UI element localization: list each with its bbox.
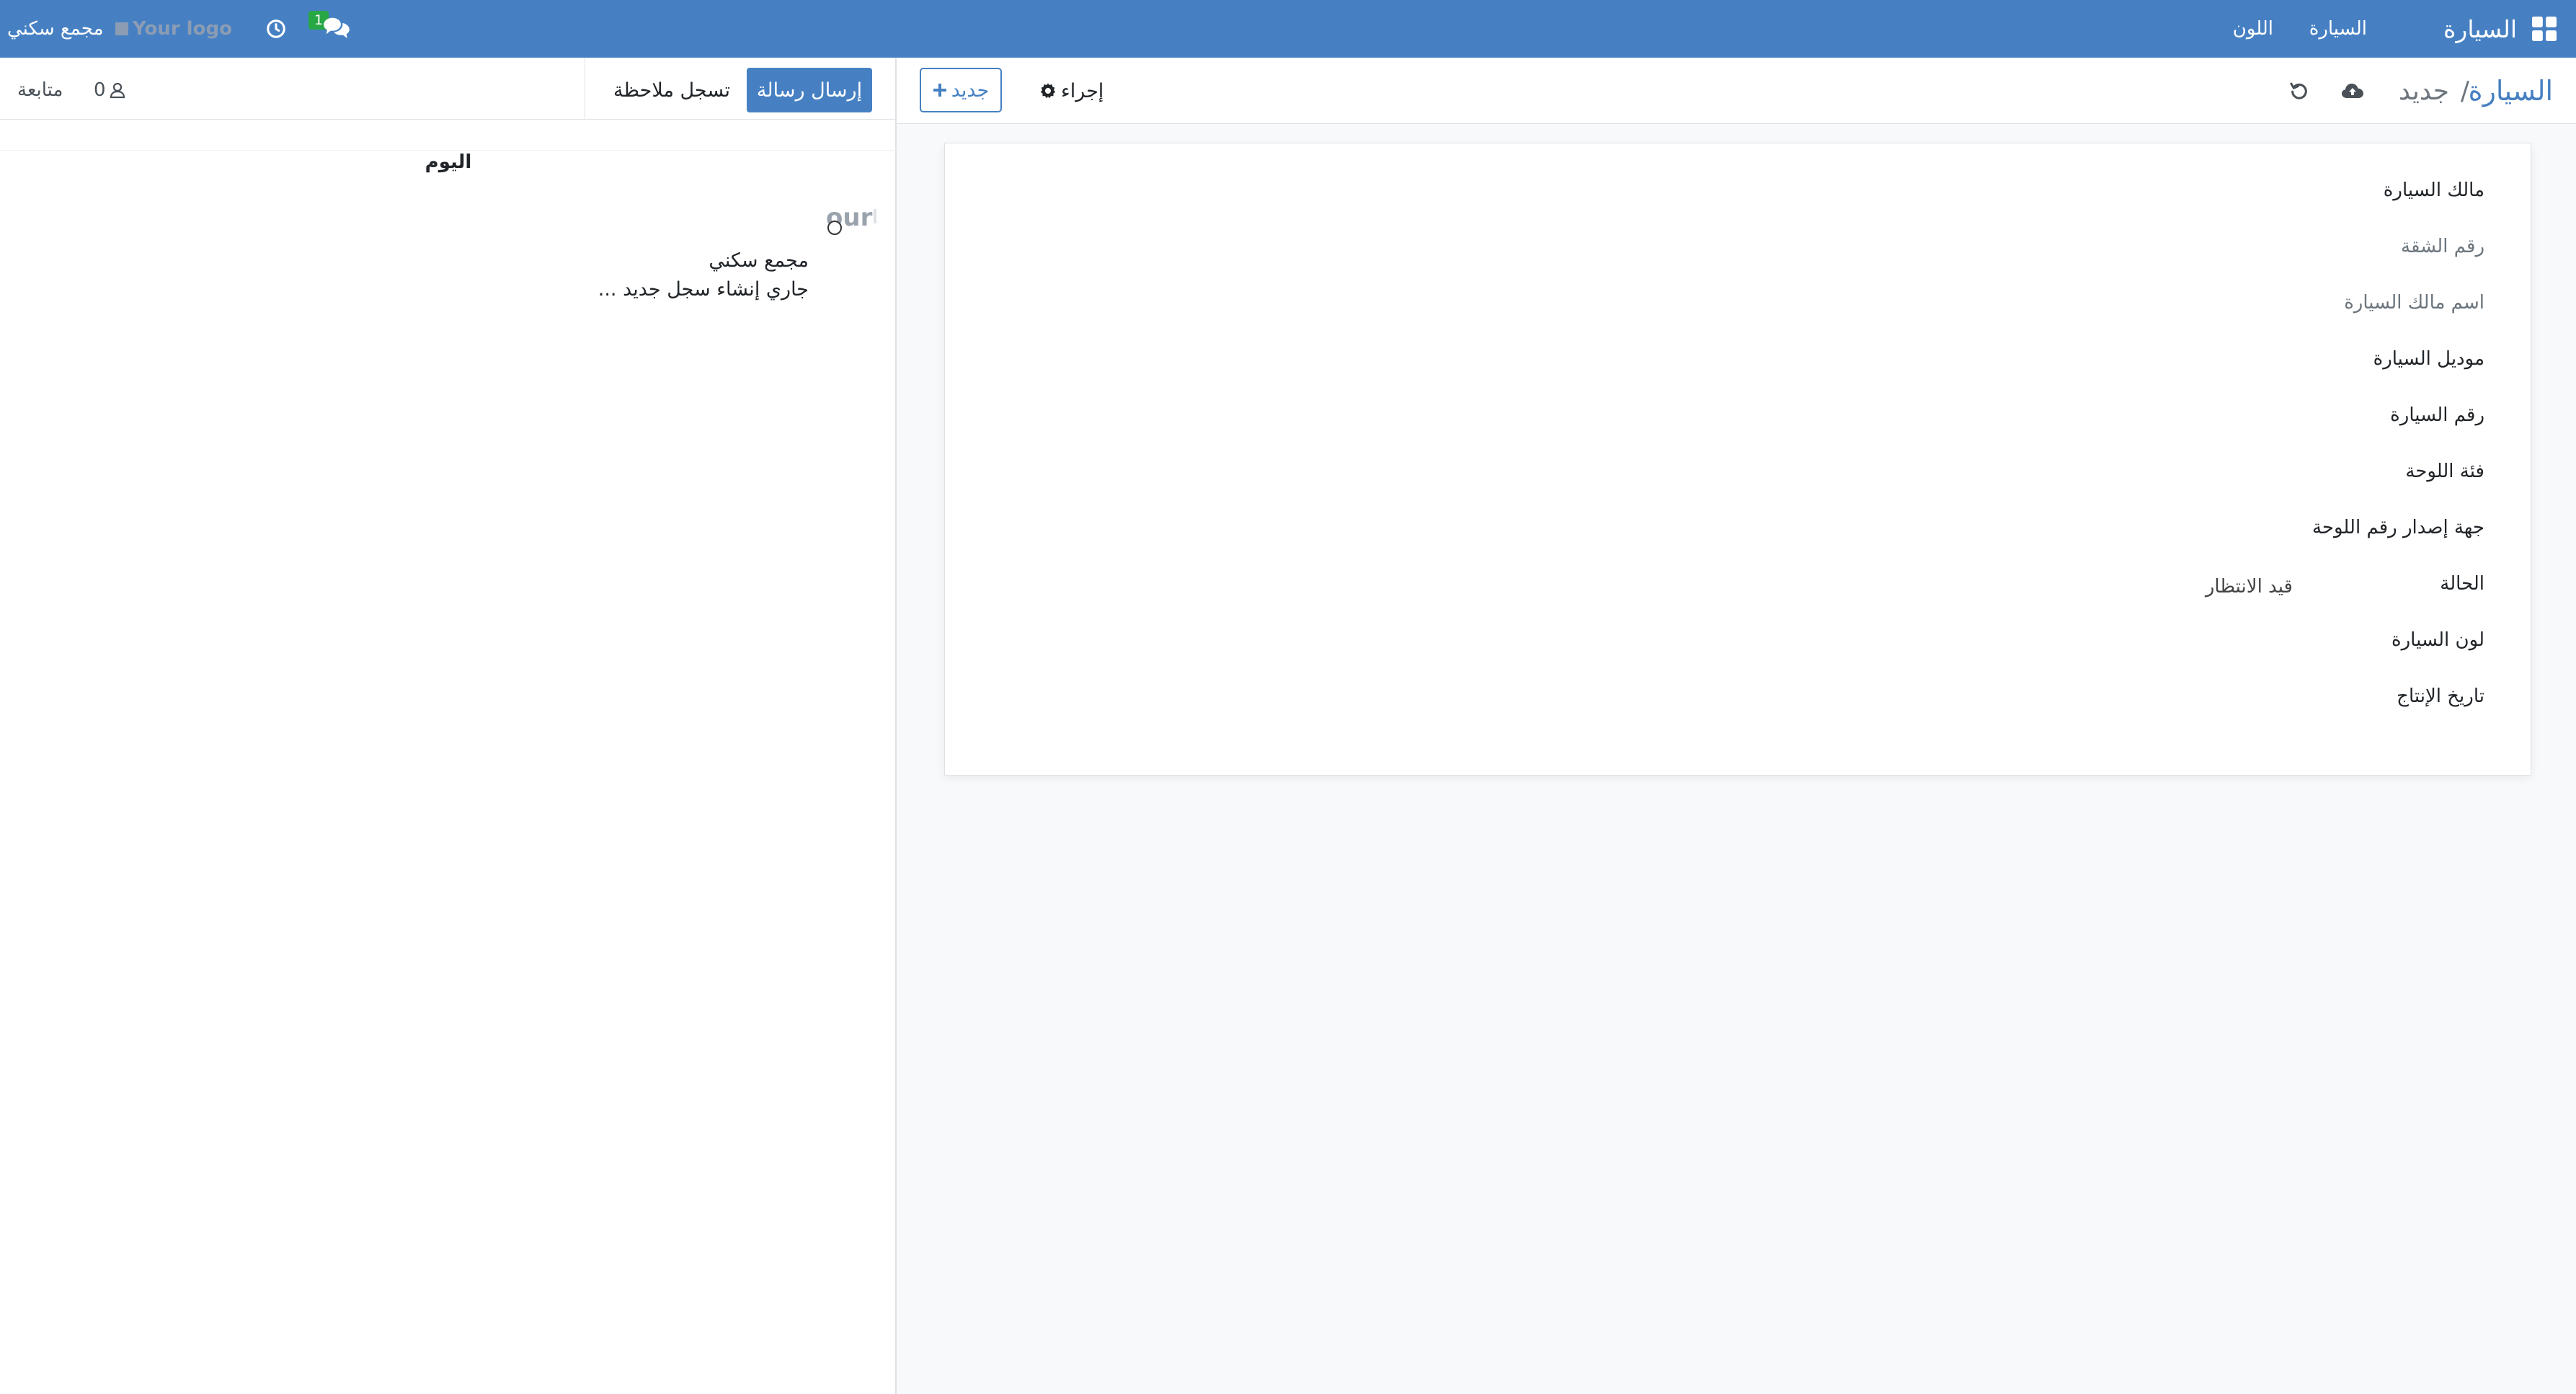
field-car-color[interactable]: لون السيارة [2391,629,2484,651]
user-menu[interactable]: مجمع سكني [7,0,104,58]
user-icon [110,82,125,99]
form-view: مالك السيارة رقم الشقة اسم مالك السيارة … [897,124,2576,1394]
logo-text: Your logo [133,18,232,40]
follow-button[interactable]: متابعة [17,68,63,112]
field-apartment-number[interactable]: رقم الشقة [2401,236,2484,257]
new-record-button[interactable]: جديد [920,68,1002,112]
day-separator-label: اليوم [425,151,472,173]
logo-mark-icon [115,22,128,35]
breadcrumb-current: جديد [2398,76,2449,106]
breadcrumb-separator: / [2460,76,2469,106]
action-menu-button[interactable]: إجراء [1039,58,1103,124]
messages-button[interactable]: 1 [308,0,353,58]
form-control-panel: السيارة / جديد إجراء جديد [897,58,2576,124]
apps-grid-icon[interactable] [2530,0,2559,58]
gear-icon [1040,83,1056,99]
send-message-button[interactable]: إرسال رسالة [747,68,872,112]
top-navbar: السيارة السيارة اللون مجمع سكني Your log… [0,0,2576,58]
chatter-topbar: إرسال رسالة تسجل ملاحظة 0 متابعة [0,58,897,120]
followers-count: 0 [94,79,106,101]
status-value[interactable]: قيد الانتظار [2206,576,2293,598]
log-note-button[interactable]: تسجل ملاحظة [607,68,737,112]
clock-icon[interactable] [264,0,288,58]
menu-item-car[interactable]: السيارة [2309,0,2367,58]
field-car-owner[interactable]: مالك السيارة [2384,179,2484,201]
status-circle-icon [827,221,842,235]
message-author: مجمع سكني [709,249,809,272]
form-sheet: مالك السيارة رقم الشقة اسم مالك السيارة … [944,143,2531,776]
field-car-number[interactable]: رقم السيارة [2390,404,2484,426]
field-plate-category[interactable]: فئة اللوحة [2405,461,2484,482]
company-logo: Your logo [115,0,232,58]
action-label: إجراء [1061,79,1104,102]
undo-icon[interactable] [2286,58,2312,124]
app-title[interactable]: السيارة [2443,0,2517,58]
message-body: جاري إنشاء سجل جديد ... [598,278,809,301]
field-production-date[interactable]: تاريخ الإنتاج [2397,685,2484,707]
chat-icon [324,17,350,39]
field-plate-issuer[interactable]: جهة إصدار رقم اللوحة [2312,517,2484,538]
cloud-upload-icon[interactable] [2340,58,2366,124]
day-separator-line [0,150,897,151]
followers-button[interactable]: 0 [94,68,126,112]
field-status: الحالة [2440,573,2484,595]
field-car-model[interactable]: موديل السيارة [2373,348,2484,370]
chatter-panel: إرسال رسالة تسجل ملاحظة 0 متابعة اليوم o… [0,58,897,1394]
field-owner-name[interactable]: اسم مالك السيارة [2344,292,2484,314]
breadcrumb-root[interactable]: السيارة [2469,58,2553,124]
new-label: جديد [951,79,990,102]
chatter-followers-area [0,58,585,120]
menu-item-color[interactable]: اللون [2233,0,2273,58]
message-avatar: our [823,199,881,257]
avatar-divider [874,209,876,223]
plus-icon [933,84,946,97]
